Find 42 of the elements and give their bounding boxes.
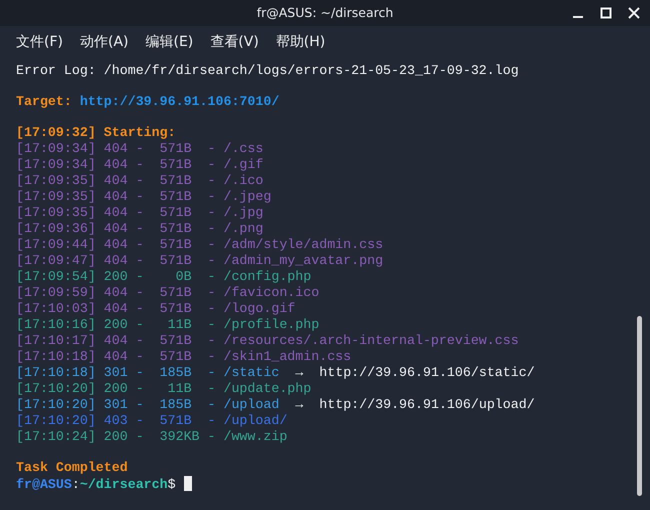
- log-line: [17:10:20] 200 - 11B - /update.php: [16, 381, 312, 396]
- log-line: [17:09:47] 404 - 571B - /admin_my_avatar.png: [16, 253, 384, 268]
- menu-item[interactable]: 查看(V): [210, 32, 259, 52]
- scrollbar[interactable]: [637, 316, 642, 496]
- log-line: [17:09:54] 200 - 0B - /config.php: [16, 269, 312, 284]
- log-line: [17:09:35] 404 - 571B - /.jpg: [16, 205, 264, 220]
- log-line: [17:10:18] 301 - 185B - /static: [16, 365, 280, 380]
- log-line: [17:10:16] 200 - 11B - /profile.php: [16, 317, 320, 332]
- maximize-icon[interactable]: [600, 7, 612, 19]
- prompt-symbol: $: [168, 477, 176, 492]
- prompt-path: ~/dirsearch: [80, 477, 168, 492]
- target-label: Target:: [16, 94, 72, 109]
- prompt-separator: :: [72, 477, 80, 492]
- log-line: [17:10:03] 404 - 571B - /logo.gif: [16, 301, 296, 316]
- log-line: [17:10:24] 200 - 392KB - /www.zip: [16, 429, 288, 444]
- log-line: Error Log: /home/fr/dirsearch/logs/errors-21-05-23_17-09-32.log: [16, 63, 519, 78]
- log-line: [17:10:20] 301 - 185B - /upload: [16, 397, 280, 412]
- arrow-glyph: →: [295, 397, 304, 412]
- log-line: [17:09:32] Starting:: [16, 125, 176, 140]
- menu-item[interactable]: 动作(A): [80, 32, 128, 52]
- log-line: [17:09:35] 404 - 571B - /.ico: [16, 173, 264, 188]
- log-line: Task Completed: [16, 460, 128, 475]
- menu-item[interactable]: 帮助(H): [276, 32, 326, 52]
- log-line: [17:09:44] 404 - 571B - /adm/style/admin.css: [16, 237, 384, 252]
- redirect-url: http://39.96.91.106/static/: [319, 365, 535, 380]
- prompt-user: fr@ASUS: [16, 477, 72, 492]
- cursor: [184, 476, 192, 491]
- target-url: http://39.96.91.106:7010/: [80, 94, 280, 109]
- log-line: [17:10:18] 404 - 571B - /skin1_admin.css: [16, 349, 352, 364]
- log-line: [17:09:34] 404 - 571B - /.gif: [16, 157, 264, 172]
- redirect-url: http://39.96.91.106/upload/: [319, 397, 535, 412]
- window-title: fr@ASUS: ~/dirsearch: [256, 4, 394, 22]
- arrow-glyph: →: [295, 365, 304, 380]
- log-line: [17:09:35] 404 - 571B - /.jpeg: [16, 189, 272, 204]
- log-line: [17:10:20] 403 - 571B - /upload/: [16, 413, 288, 428]
- menu-item[interactable]: 文件(F): [16, 32, 63, 52]
- log-line: [17:09:36] 404 - 571B - /.png: [16, 221, 264, 236]
- close-icon[interactable]: [628, 7, 640, 19]
- log-line: [17:09:34] 404 - 571B - /.css: [16, 141, 264, 156]
- log-line: [17:09:59] 404 - 571B - /favicon.ico: [16, 285, 320, 300]
- log-line: [17:10:17] 404 - 571B - /resources/.arch-internal-preview.css: [16, 333, 519, 348]
- menu-item[interactable]: 编辑(E): [146, 32, 194, 52]
